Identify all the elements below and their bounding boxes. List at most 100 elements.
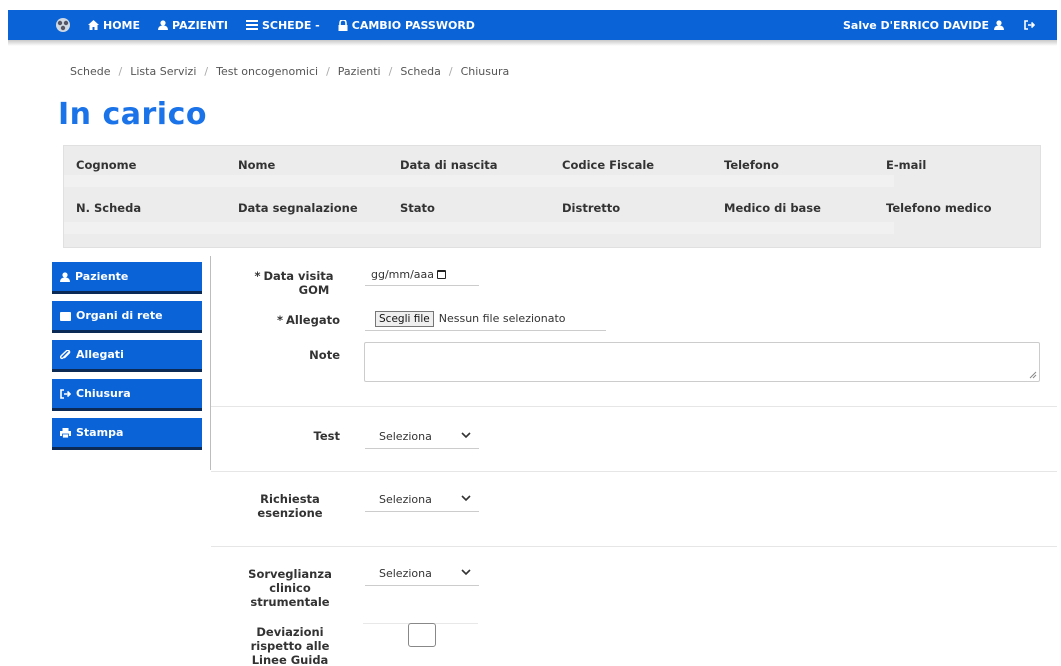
- info-header-nome: Nome: [238, 158, 276, 172]
- note-textarea[interactable]: [364, 342, 1040, 382]
- note-label: Note: [309, 348, 340, 362]
- sorveglianza-label-text: clinico: [269, 581, 311, 595]
- breadcrumb-item[interactable]: Lista Servizi: [130, 65, 196, 78]
- allegato-label: * Allegato: [268, 313, 340, 327]
- breadcrumb: Schede / Lista Servizi / Test oncogenomi…: [70, 65, 509, 78]
- user-greeting[interactable]: Salve D'ERRICO DAVIDE: [843, 19, 1004, 32]
- breadcrumb-item[interactable]: Schede: [70, 65, 111, 78]
- info-header-cognome: Cognome: [76, 158, 137, 172]
- user-greeting-label: Salve D'ERRICO DAVIDE: [842, 18, 989, 32]
- deviazioni-label-text: rispetto alle: [250, 639, 330, 653]
- info-header-telefono-medico: Telefono medico: [886, 201, 992, 215]
- breadcrumb-separator: /: [448, 65, 453, 78]
- required-mark: *: [277, 313, 284, 327]
- richiesta-esenzione-label-text: esenzione: [257, 506, 323, 520]
- date-placeholder: gg/mm/aaa: [371, 268, 435, 281]
- section-divider: [211, 546, 1057, 547]
- sorveglianza-label: Sorveglianza clinico strumentale: [240, 567, 340, 609]
- data-visita-label: * Data visita GOM: [248, 269, 340, 297]
- folder-icon: [60, 311, 71, 321]
- nav-home-label: HOME: [103, 18, 141, 32]
- top-navbar: HOME PAZIENTI SCHEDE - CAMBIO PASSWORD S…: [8, 10, 1057, 40]
- info-header-data-nascita: Data di nascita: [400, 158, 498, 172]
- info-header-data-segnalazione: Data segnalazione: [238, 201, 358, 215]
- sidebar-item-organi-di-rete[interactable]: Organi di rete: [52, 301, 202, 333]
- sorveglianza-select[interactable]: Seleziona: [365, 562, 479, 586]
- sidebar-item-label: Chiusura: [76, 387, 131, 400]
- user-icon: [994, 20, 1004, 30]
- breadcrumb-item[interactable]: Scheda: [400, 65, 441, 78]
- sidebar-item-stampa[interactable]: Stampa: [52, 418, 202, 450]
- breadcrumb-separator: /: [388, 65, 393, 78]
- sidebar-item-label: Organi di rete: [76, 309, 163, 322]
- sorveglianza-select-value: Seleziona: [379, 567, 432, 580]
- home-icon: [88, 20, 99, 30]
- sign-out-icon: [60, 388, 71, 399]
- breadcrumb-item-current: Chiusura: [460, 65, 510, 78]
- required-mark: *: [254, 269, 261, 283]
- data-visita-label-text: GOM: [298, 283, 330, 297]
- info-header-stato: Stato: [400, 201, 435, 215]
- deviazioni-checkbox[interactable]: [408, 623, 436, 647]
- richiesta-esenzione-label: Richiesta esenzione: [240, 492, 340, 520]
- deviazioni-label: Deviazioni rispetto alle Linee Guida: [240, 625, 340, 666]
- data-visita-input[interactable]: gg/mm/aaa: [365, 264, 479, 286]
- sorveglianza-label-text: strumentale: [250, 595, 330, 609]
- sidebar-item-label: Paziente: [75, 270, 129, 283]
- allegato-file-input: Scegli file Nessun file selezionato: [365, 307, 606, 331]
- test-select-value: Seleziona: [379, 430, 432, 443]
- breadcrumb-separator: /: [204, 65, 209, 78]
- sidebar-item-label: Allegati: [76, 348, 124, 361]
- section-divider: [211, 406, 1057, 407]
- sidebar-item-paziente[interactable]: Paziente: [52, 262, 202, 294]
- breadcrumb-separator: /: [326, 65, 330, 78]
- nav-schede-dropdown[interactable]: SCHEDE -: [245, 18, 320, 32]
- list-icon: [245, 20, 258, 30]
- richiesta-esenzione-select[interactable]: Seleziona: [365, 488, 479, 512]
- info-header-n-scheda: N. Scheda: [76, 201, 142, 215]
- lock-icon: [338, 19, 348, 31]
- sidebar-item-allegati[interactable]: Allegati: [52, 340, 202, 372]
- user-icon: [158, 20, 169, 30]
- allegato-label-text: Allegato: [286, 313, 340, 327]
- info-header-telefono: Telefono: [724, 158, 779, 172]
- breadcrumb-item[interactable]: Pazienti: [338, 65, 381, 78]
- nav-schede-label: SCHEDE -: [261, 18, 320, 32]
- logout-button[interactable]: [1024, 20, 1035, 30]
- richiesta-esenzione-label-text: Richiesta: [260, 492, 320, 506]
- info-header-row: N. Scheda Data segnalazione Stato Distre…: [64, 201, 1040, 215]
- logo-icon[interactable]: [52, 15, 74, 35]
- sidebar-item-chiusura[interactable]: Chiusura: [52, 379, 202, 411]
- chevron-down-icon: [461, 432, 471, 439]
- info-header-codice-fiscale: Codice Fiscale: [562, 158, 655, 172]
- info-header-medico-base: Medico di base: [724, 201, 821, 215]
- info-value-row: [64, 222, 894, 234]
- navbar-shadow: [8, 40, 1057, 46]
- test-select[interactable]: Seleziona: [365, 425, 479, 449]
- resize-grip-icon[interactable]: [1029, 371, 1037, 379]
- deviazioni-label-text: Linee Guida: [251, 653, 329, 666]
- chevron-down-icon: [461, 569, 471, 576]
- patient-info-panel: Cognome Nome Data di nascita Codice Fisc…: [63, 145, 1041, 248]
- sidebar-item-label: Stampa: [76, 426, 124, 439]
- breadcrumb-item[interactable]: Test oncogenomici: [216, 65, 318, 78]
- choose-file-button[interactable]: Scegli file: [375, 310, 434, 327]
- user-icon: [60, 271, 70, 282]
- nav-pazienti-label: PAZIENTI: [172, 18, 228, 32]
- print-icon: [60, 427, 71, 438]
- test-label: Test: [313, 429, 340, 443]
- sidebar: Paziente Organi di rete Allegati Chiusur…: [52, 262, 202, 457]
- info-header-distretto: Distretto: [562, 201, 621, 215]
- nav-home[interactable]: HOME: [88, 19, 140, 32]
- calendar-icon[interactable]: [437, 270, 447, 279]
- nav-pazienti[interactable]: PAZIENTI: [158, 19, 228, 32]
- nav-cambio-password[interactable]: CAMBIO PASSWORD: [338, 19, 475, 32]
- breadcrumb-separator: /: [118, 65, 123, 78]
- info-header-email: E-mail: [886, 158, 927, 172]
- deviazioni-label-text: Deviazioni: [256, 625, 324, 639]
- nav-cambio-password-label: CAMBIO PASSWORD: [351, 18, 475, 32]
- paperclip-icon: [60, 349, 71, 359]
- sorveglianza-label-text: Sorveglianza: [248, 567, 332, 581]
- info-header-row: Cognome Nome Data di nascita Codice Fisc…: [64, 158, 1040, 172]
- sign-out-icon: [1024, 20, 1035, 30]
